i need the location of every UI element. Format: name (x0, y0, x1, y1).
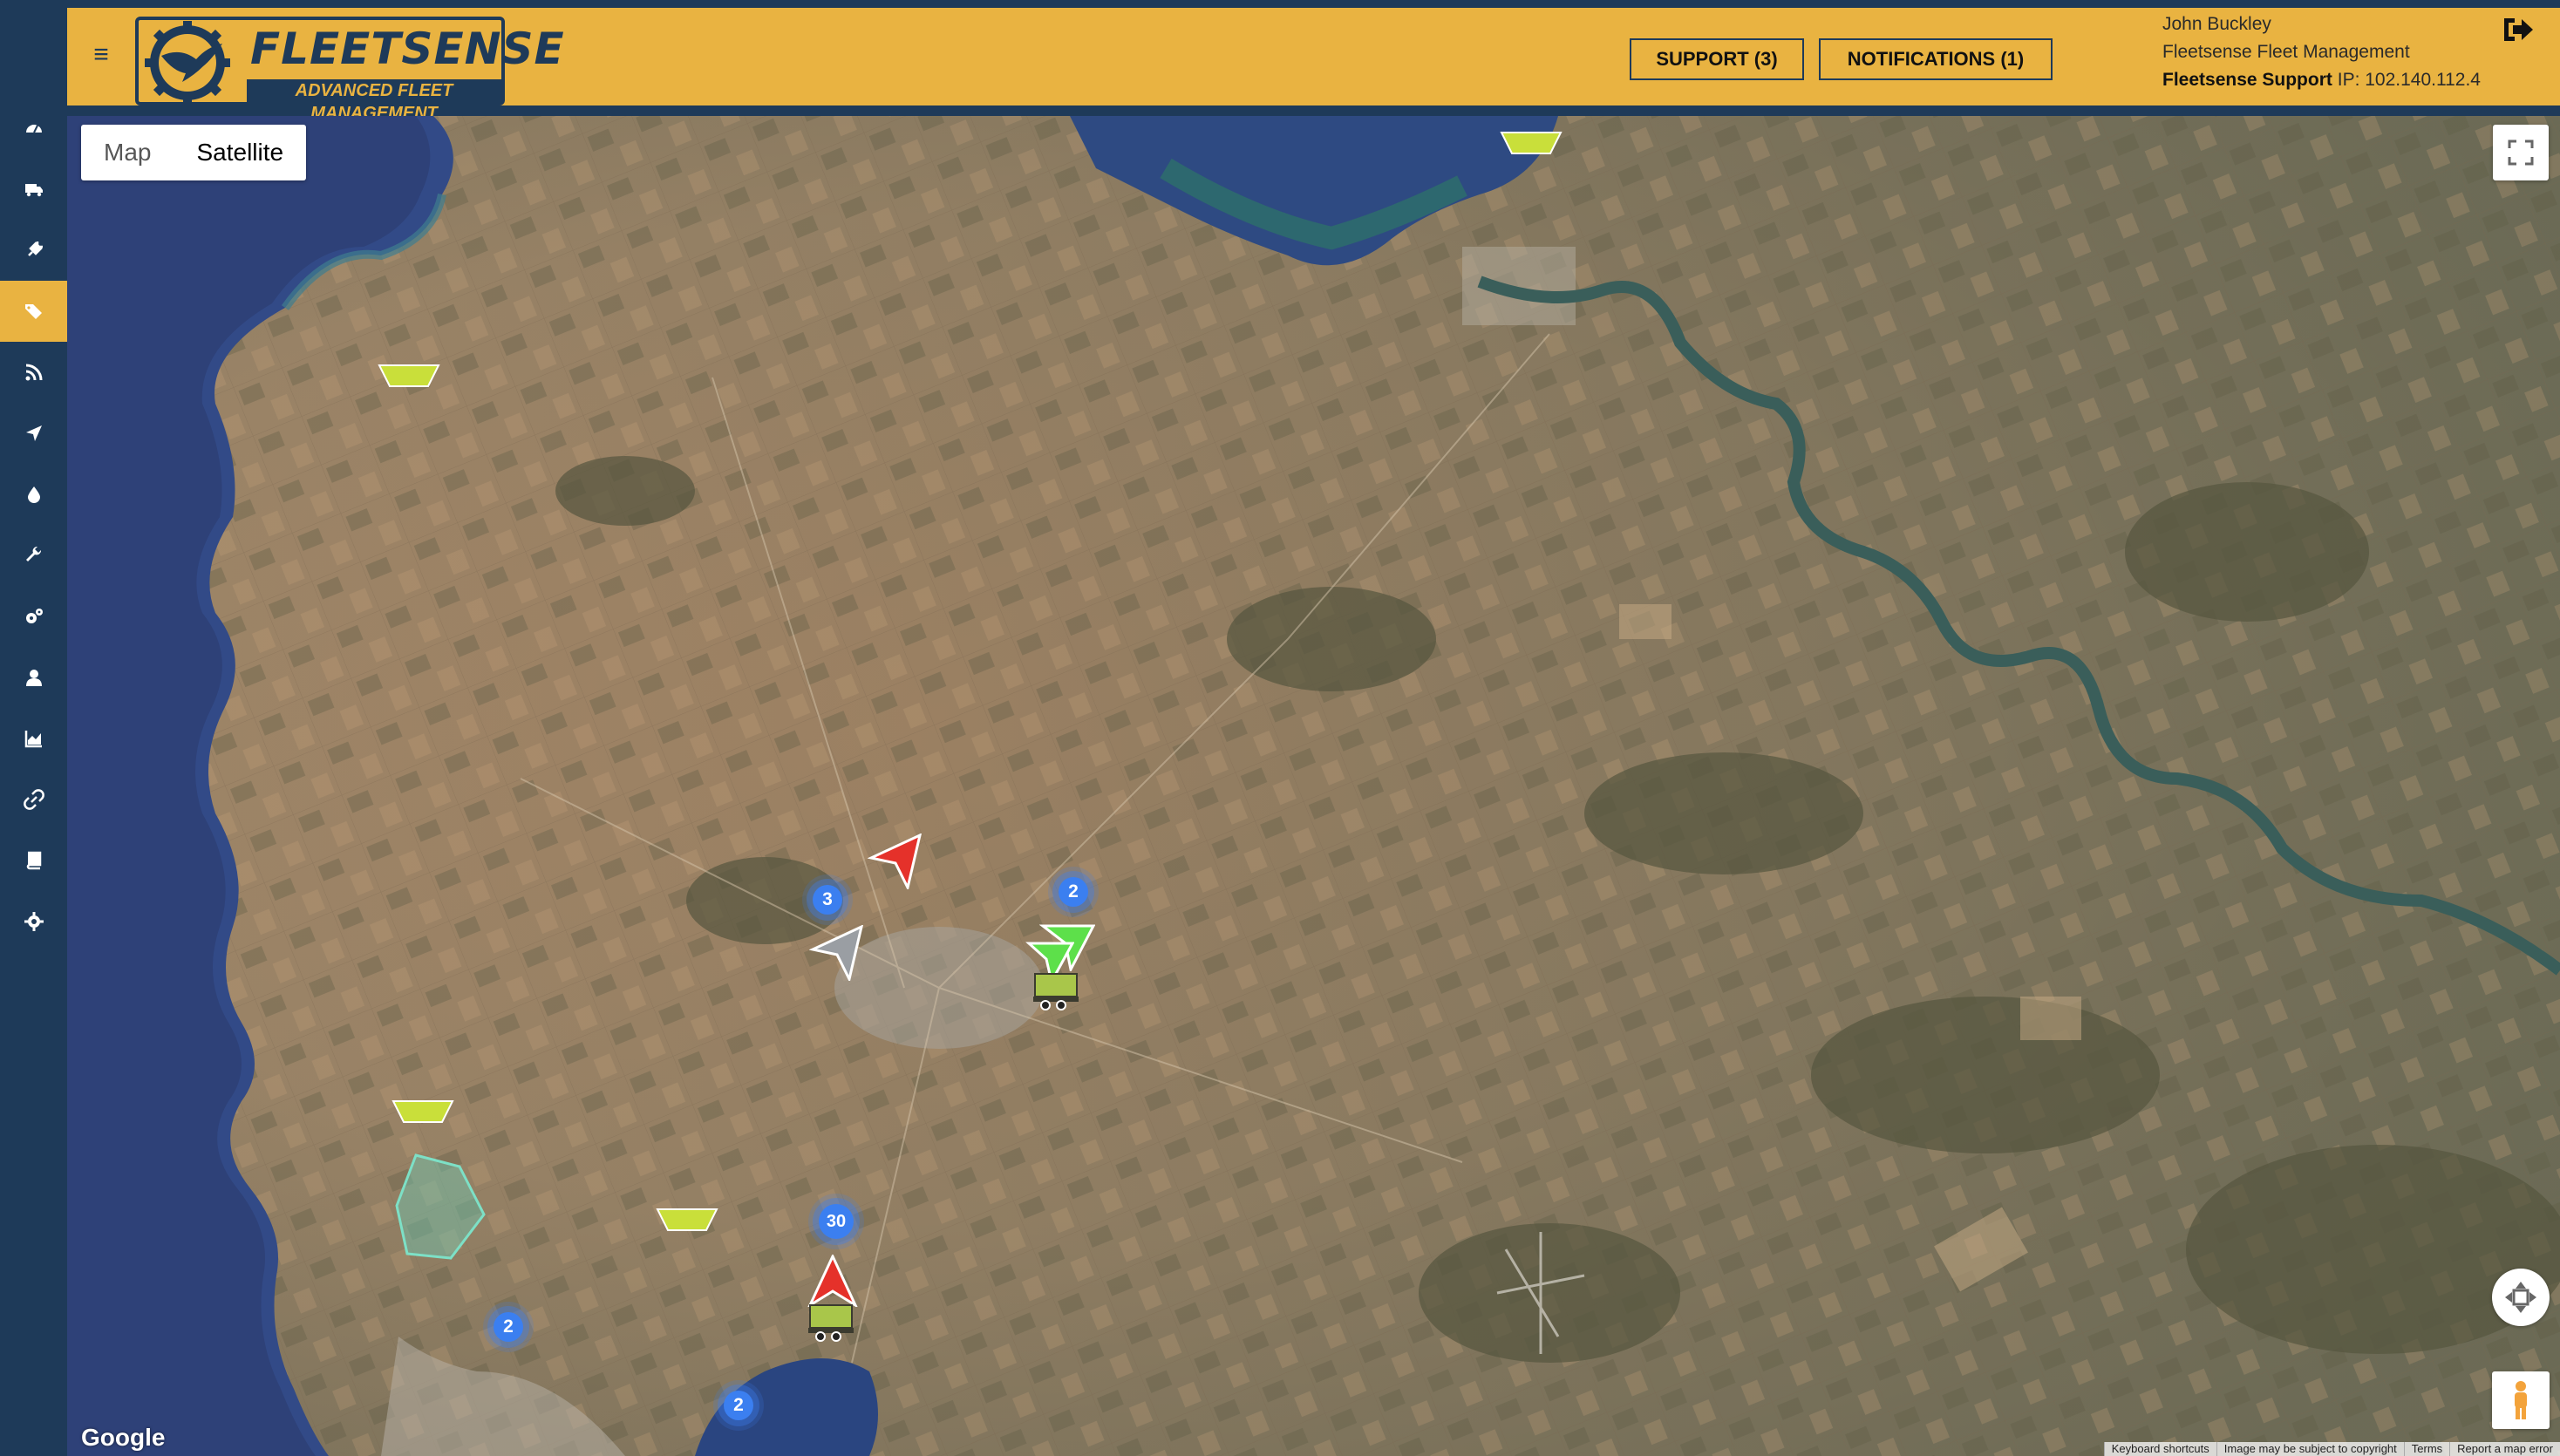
fuel-drop-icon (27, 486, 40, 503)
sidebar-item-plug[interactable] (0, 220, 67, 281)
plug-icon (27, 242, 43, 256)
sidebar-item-cogs[interactable] (0, 586, 67, 647)
book-icon (26, 851, 41, 870)
wrench-icon (25, 546, 41, 561)
tags-icon (24, 304, 42, 319)
user-info: John Buckley Fleetsense Fleet Management… (2162, 10, 2481, 94)
eagle-gear-icon (145, 21, 230, 105)
geofence-marker[interactable] (656, 1208, 718, 1232)
vehicle-marker-grey[interactable] (809, 925, 865, 981)
keyboard-shortcuts-link[interactable]: Keyboard shortcuts (2103, 1442, 2216, 1456)
user-ip: IP: 102.140.112.4 (2337, 70, 2481, 90)
cluster-marker[interactable]: 2 (724, 1391, 753, 1420)
sign-out-icon[interactable] (2496, 8, 2540, 51)
google-logo: Google (81, 1424, 166, 1451)
user-name: John Buckley (2162, 14, 2271, 34)
trailer-icon[interactable] (1031, 972, 1084, 1010)
header: ≡ FLEETSENSE ADVANCED FLEET MANAGEMENT S… (67, 8, 2560, 123)
camera-control-icon[interactable] (2492, 1269, 2550, 1326)
rss-feed-icon (25, 364, 42, 381)
support-account-label: Fleetsense Support (2162, 70, 2332, 90)
geofence-marker[interactable] (391, 1099, 454, 1124)
cogs-icon (25, 609, 43, 623)
top-strip (0, 0, 2560, 8)
cluster-marker[interactable]: 30 (819, 1204, 854, 1239)
dashboard-icon (25, 125, 42, 133)
sidebar-item-truck[interactable] (0, 159, 67, 220)
sidebar-item-fuel-drop[interactable] (0, 464, 67, 525)
map-type-control: Map Satellite (81, 125, 307, 180)
sidebar-item-link[interactable] (0, 769, 67, 830)
report-error-link[interactable]: Report a map error (2449, 1442, 2560, 1456)
logo-title: FLEETSENSE (250, 24, 565, 74)
map-type-satellite-button[interactable]: Satellite (174, 125, 306, 180)
vehicle-marker-red[interactable] (868, 833, 923, 889)
truck-icon (24, 184, 43, 197)
sidebar (0, 8, 67, 1456)
user-company: Fleetsense Fleet Management (2162, 42, 2410, 62)
sidebar-item-dashboard[interactable] (0, 98, 67, 159)
hamburger-icon[interactable]: ≡ (86, 37, 116, 72)
sidebar-item-tags[interactable] (0, 281, 67, 342)
sidebar-item-settings[interactable] (0, 891, 67, 952)
terms-link[interactable]: Terms (2403, 1442, 2449, 1456)
geofence-marker[interactable] (1500, 131, 1563, 155)
fullscreen-icon[interactable] (2493, 125, 2549, 180)
sidebar-item-area-chart[interactable] (0, 708, 67, 769)
sidebar-item-rss-feed[interactable] (0, 342, 67, 403)
map-attribution: Keyboard shortcuts Image may be subject … (2103, 1442, 2560, 1456)
sidebar-item-book[interactable] (0, 830, 67, 891)
geofence-marker[interactable] (378, 364, 440, 388)
copyright-notice: Image may be subject to copyright (2216, 1442, 2404, 1456)
cluster-marker[interactable]: 3 (813, 885, 842, 915)
sidebar-item-user[interactable] (0, 647, 67, 708)
area-chart-icon (24, 731, 42, 748)
street-view-pegman-icon[interactable] (2492, 1371, 2550, 1429)
map-canvas[interactable]: 3 2 30 2 2 Map Satellite Google Keyboard… (67, 116, 2560, 1456)
support-button[interactable]: SUPPORT (3) (1630, 38, 1804, 80)
vehicle-marker-red[interactable] (807, 1255, 859, 1307)
logo-subtitle: ADVANCED FLEET MANAGEMENT (247, 79, 501, 123)
map-type-map-button[interactable]: Map (81, 125, 174, 180)
cluster-marker[interactable]: 2 (1059, 877, 1088, 907)
satellite-imagery (67, 116, 2560, 1456)
location-arrow-icon (25, 425, 42, 441)
trailer-icon[interactable] (807, 1303, 859, 1342)
notifications-button[interactable]: NOTIFICATIONS (1) (1819, 38, 2053, 80)
sidebar-item-wrench[interactable] (0, 525, 67, 586)
settings-icon (24, 912, 44, 931)
cluster-marker[interactable]: 2 (494, 1312, 523, 1342)
sidebar-item-location-arrow[interactable] (0, 403, 67, 464)
link-icon (23, 789, 44, 810)
user-icon (25, 670, 42, 686)
logo[interactable]: FLEETSENSE ADVANCED FLEET MANAGEMENT (135, 17, 564, 123)
